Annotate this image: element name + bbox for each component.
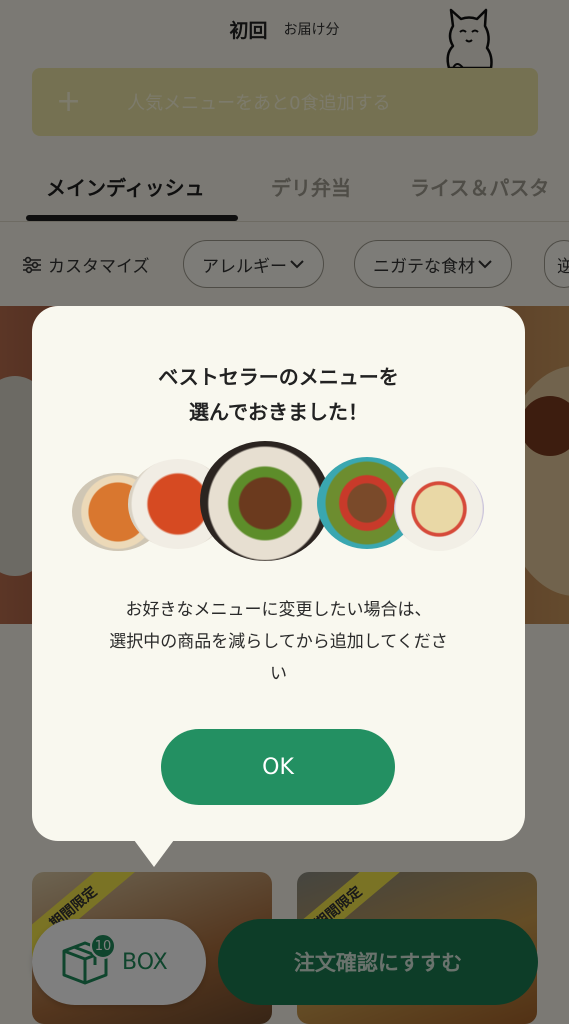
- dialog-title-line2: 選んでおきました！: [189, 400, 368, 424]
- dialog-pointer-arrow: [134, 840, 174, 867]
- dialog-title-line1: ベストセラーのメニューを: [158, 365, 399, 389]
- dialog-message-line1: お好きなメニューに変更したい場合は、: [125, 600, 432, 620]
- dialog-message: お好きなメニューに変更したい場合は、 選択中の商品を減らしてから追加してくださ …: [62, 594, 495, 690]
- dialog-message-line2: 選択中の商品を減らしてから追加してくださ: [109, 632, 448, 652]
- ok-button-label: OK: [262, 754, 294, 780]
- dialog-message-line3: い: [270, 664, 287, 684]
- ok-button[interactable]: OK: [161, 729, 395, 805]
- dialog-title: ベストセラーのメニューを 選んでおきました！: [32, 360, 525, 430]
- bestseller-dialog: ベストセラーのメニューを 選んでおきました！ お好きなメニューに変更したい場合は…: [32, 306, 525, 867]
- bestseller-dishes-image: [72, 441, 487, 571]
